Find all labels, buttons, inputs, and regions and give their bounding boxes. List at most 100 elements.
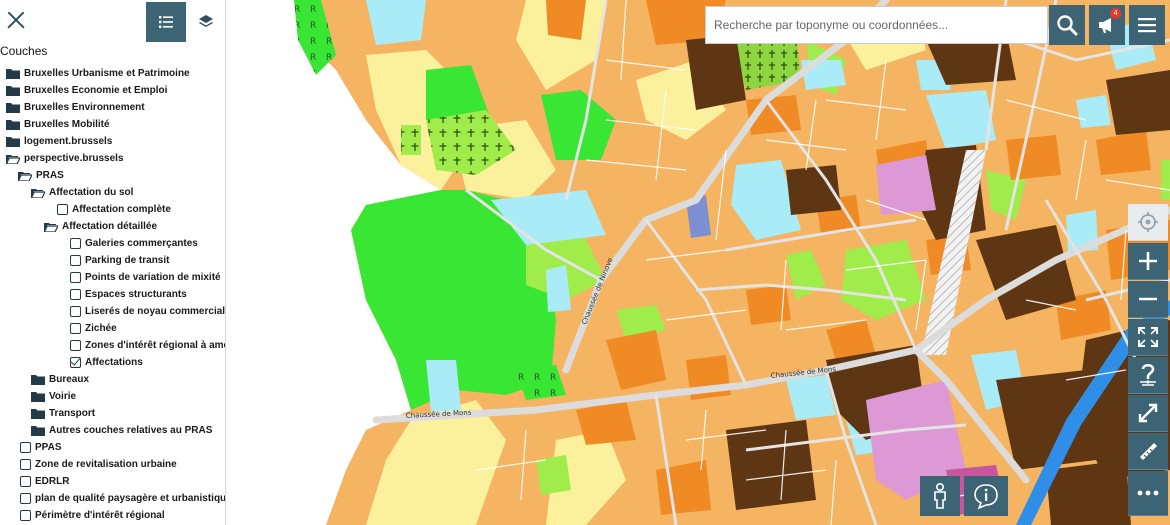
full-extent-button[interactable] bbox=[1128, 319, 1168, 356]
layer-checkbox[interactable] bbox=[20, 510, 31, 521]
layer-item[interactable]: Périmètre d'intérêt régional bbox=[0, 507, 225, 524]
layer-label: Bruxelles Environnement bbox=[24, 102, 145, 113]
layer-item[interactable]: Galeries commerçantes bbox=[0, 235, 225, 252]
layer-folder[interactable]: Bruxelles Mobilité bbox=[0, 116, 225, 133]
layer-checkbox[interactable] bbox=[70, 357, 81, 368]
notifications-button[interactable]: 4 bbox=[1089, 5, 1125, 45]
more-button[interactable] bbox=[1128, 471, 1168, 516]
layer-label: Bruxelles Mobilité bbox=[24, 119, 110, 130]
help-button[interactable] bbox=[1128, 357, 1168, 394]
layer-label: Transport bbox=[49, 408, 96, 419]
search-box[interactable] bbox=[705, 6, 1048, 44]
layer-label: Liserés de noyau commercial bbox=[85, 306, 226, 317]
layer-checkbox[interactable] bbox=[70, 255, 81, 266]
layer-item[interactable]: Affectations bbox=[0, 354, 225, 371]
layer-folder[interactable]: Bruxelles Environnement bbox=[0, 99, 225, 116]
layer-label: Périmètre d'intérêt régional bbox=[35, 510, 165, 521]
layer-checkbox[interactable] bbox=[70, 323, 81, 334]
close-button[interactable] bbox=[2, 6, 30, 34]
measure-icon bbox=[1140, 443, 1157, 460]
layer-item[interactable]: Zone de revitalisation urbaine bbox=[0, 456, 225, 473]
folder-icon bbox=[6, 102, 20, 113]
layer-folder[interactable]: Autres couches relatives au PRAS bbox=[0, 422, 225, 439]
layer-item[interactable]: plan de qualité paysagère et urbanistiqu… bbox=[0, 490, 225, 507]
layer-folder[interactable]: logement.brussels bbox=[0, 133, 225, 150]
layer-label: PRAS bbox=[36, 170, 64, 181]
panel-header bbox=[0, 0, 225, 42]
folder-icon bbox=[6, 85, 20, 96]
layer-label: Points de variation de mixité bbox=[85, 272, 221, 283]
layer-item[interactable]: Points de variation de mixité bbox=[0, 269, 225, 286]
layer-item[interactable]: Parking de transit bbox=[0, 252, 225, 269]
search-button[interactable] bbox=[1049, 5, 1085, 45]
zoom-out-button[interactable] bbox=[1128, 281, 1168, 318]
layer-folder[interactable]: Bruxelles Urbanisme et Patrimoine bbox=[0, 65, 225, 82]
layer-item[interactable]: Liserés de noyau commercial bbox=[0, 303, 225, 320]
layer-label: perspective.brussels bbox=[24, 153, 124, 164]
layer-label: Bruxelles Urbanisme et Patrimoine bbox=[24, 68, 190, 79]
layer-checkbox[interactable] bbox=[20, 493, 31, 504]
map-canvas[interactable]: R bbox=[226, 0, 1170, 525]
layer-label: plan de qualité paysagère et urbanistiqu… bbox=[35, 493, 226, 504]
layer-folder[interactable]: Affectation du sol bbox=[0, 184, 225, 201]
app: R bbox=[0, 0, 1170, 525]
folder-icon bbox=[6, 119, 20, 130]
folder-icon bbox=[31, 391, 45, 402]
menu-button[interactable] bbox=[1129, 5, 1165, 45]
layer-label: Autres couches relatives au PRAS bbox=[49, 425, 213, 436]
layer-checkbox[interactable] bbox=[70, 306, 81, 317]
search-input[interactable] bbox=[714, 18, 1047, 32]
layer-checkbox[interactable] bbox=[20, 442, 31, 453]
layer-item[interactable]: Zichée bbox=[0, 320, 225, 337]
layer-label: Zichée bbox=[85, 323, 117, 334]
fullscreen-button[interactable] bbox=[1128, 395, 1168, 432]
folder-icon bbox=[31, 374, 45, 385]
layer-label: Bureaux bbox=[49, 374, 90, 385]
info-button[interactable] bbox=[964, 476, 1008, 516]
panel-title: Couches bbox=[0, 44, 48, 58]
tab-layers[interactable] bbox=[186, 2, 225, 42]
layer-checkbox[interactable] bbox=[20, 476, 31, 487]
notification-badge: 4 bbox=[1110, 8, 1121, 19]
layer-label: Affectation complète bbox=[72, 204, 171, 215]
zoom-in-button[interactable] bbox=[1128, 243, 1168, 280]
measure-button[interactable] bbox=[1128, 433, 1168, 470]
layer-label: EDRLR bbox=[35, 476, 70, 487]
layer-checkbox[interactable] bbox=[70, 289, 81, 300]
layer-item[interactable]: PPAS bbox=[0, 439, 225, 456]
layers-icon bbox=[199, 15, 213, 27]
land-use-map: R bbox=[226, 0, 1170, 525]
layer-checkbox[interactable] bbox=[70, 272, 81, 283]
full-extent-icon bbox=[1138, 327, 1158, 347]
hamburger-icon bbox=[1138, 18, 1156, 33]
layer-item[interactable]: Affectation complète bbox=[0, 201, 225, 218]
layer-folder[interactable]: Transport bbox=[0, 405, 225, 422]
help-icon bbox=[1140, 363, 1156, 386]
layers-panel: Couches Bruxelles Urbanisme et Patrimoin… bbox=[0, 0, 226, 525]
streetview-button[interactable] bbox=[920, 476, 960, 516]
layer-folder[interactable]: Bruxelles Economie et Emploi bbox=[0, 82, 225, 99]
layer-folder[interactable]: perspective.brussels bbox=[0, 150, 225, 167]
layer-item[interactable]: Zones d'intérêt régional à aména bbox=[0, 337, 225, 354]
locate-icon bbox=[1138, 212, 1158, 232]
folder-open-icon bbox=[31, 188, 45, 198]
layer-checkbox[interactable] bbox=[70, 340, 81, 351]
layer-label: Galeries commerçantes bbox=[85, 238, 198, 249]
locate-button[interactable] bbox=[1128, 204, 1168, 241]
layer-folder[interactable]: PRAS bbox=[0, 167, 225, 184]
tab-legend[interactable] bbox=[146, 2, 186, 42]
layer-folder[interactable]: Voirie bbox=[0, 388, 225, 405]
zoom-in-icon bbox=[1139, 252, 1157, 270]
layer-folder[interactable]: Bureaux bbox=[0, 371, 225, 388]
layer-checkbox[interactable] bbox=[57, 204, 68, 215]
layer-checkbox[interactable] bbox=[20, 459, 31, 470]
layer-label: Affectation du sol bbox=[49, 187, 134, 198]
folder-icon bbox=[31, 425, 45, 436]
layer-folder[interactable]: Affectation détaillée bbox=[0, 218, 225, 235]
streetview-icon bbox=[934, 482, 946, 509]
layer-item[interactable]: Espaces structurants bbox=[0, 286, 225, 303]
folder-open-icon bbox=[6, 154, 20, 164]
layer-checkbox[interactable] bbox=[70, 238, 81, 249]
info-icon bbox=[974, 484, 998, 510]
layer-item[interactable]: EDRLR bbox=[0, 473, 225, 490]
